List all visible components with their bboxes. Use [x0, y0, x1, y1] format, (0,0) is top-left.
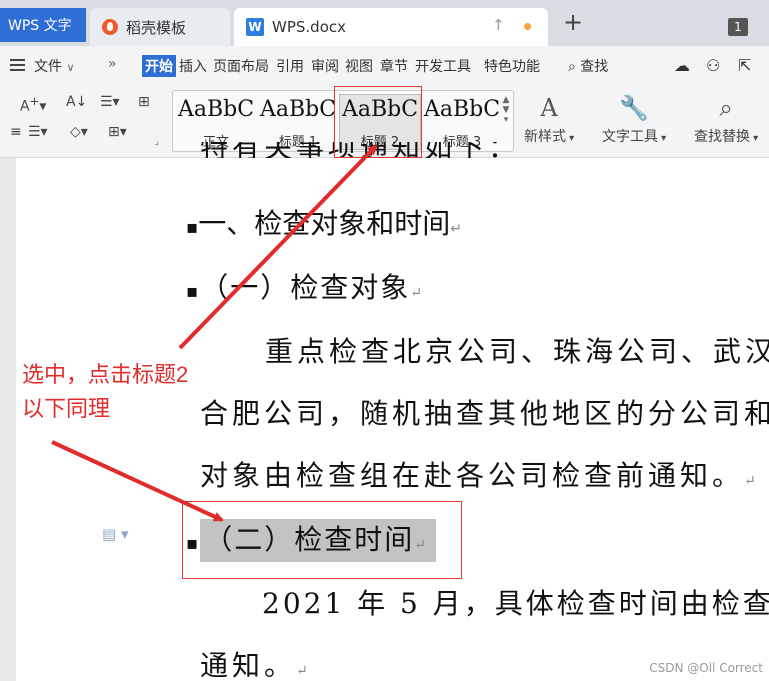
menu-special[interactable]: 特色功能 — [484, 56, 540, 76]
new-style-button[interactable]: A 新样式 ▾ — [524, 94, 574, 146]
magnifier-icon: ⌕ — [719, 94, 733, 122]
tab-wps-label: WPS 文字 — [8, 18, 72, 34]
line-spacing-icon[interactable]: ☰▾ — [100, 94, 120, 110]
body-paragraph[interactable]: 重点检查北京公司、珠海公司、武汉 — [265, 330, 769, 370]
indent-icon[interactable]: ☰▾ — [28, 124, 48, 140]
style-preview: AaBbC — [177, 97, 255, 122]
menu-file-label: 文件 — [34, 59, 62, 75]
add-user-icon[interactable]: ⚇ — [706, 56, 720, 75]
tab-bar: WPS 文字 稻壳模板 W WPS.docx ↑ + 1 — [0, 0, 769, 46]
menu-home[interactable]: 开始 — [142, 55, 176, 77]
heading2-style-highlight-box — [334, 86, 422, 158]
menu-references[interactable]: 引用 — [276, 56, 304, 76]
menu-review[interactable]: 审阅 — [311, 56, 339, 76]
paragraph-mark-icon: ↵ — [410, 285, 424, 301]
menu-hamburger-icon[interactable] — [10, 59, 25, 71]
text-tools-button[interactable]: 🔧 文字工具 ▾ — [602, 94, 666, 146]
menu-insert[interactable]: 插入 — [179, 56, 207, 76]
menu-dev-tools[interactable]: 开发工具 — [415, 56, 471, 76]
sort-icon[interactable]: A↓ — [66, 94, 87, 110]
body-paragraph[interactable]: 通知。↵ — [200, 644, 312, 681]
wrench-icon: 🔧 — [619, 94, 650, 122]
paragraph-launcher-icon[interactable]: ⌟ — [154, 134, 159, 147]
tab-wps-writer[interactable]: WPS 文字 — [0, 8, 86, 42]
search-icon: ⌕ — [568, 59, 576, 75]
font-size-grow-icon[interactable]: A+▾ — [20, 94, 46, 115]
paragraph-mark-icon: ↵ — [744, 473, 760, 489]
body-text: 通知。 — [200, 649, 297, 681]
tab-template-label: 稻壳模板 — [126, 18, 187, 37]
chevron-down-icon: ∨ — [66, 61, 75, 74]
paragraph-layout-icon[interactable]: ▤ ▾ — [102, 525, 128, 543]
upload-icon[interactable]: ↑ — [492, 16, 505, 34]
style-preview: AaBbC — [259, 97, 337, 122]
tab-template[interactable]: 稻壳模板 — [90, 8, 230, 46]
paragraph-mark-icon: ↵ — [450, 221, 462, 237]
style-preview: AaBbC — [423, 97, 501, 122]
heading-level2-object[interactable]: ▪（一）检查对象↵ — [186, 266, 424, 306]
menu-file[interactable]: 文件 ∨ — [34, 56, 75, 76]
find-replace-label: 查找替换 — [694, 129, 750, 145]
share-icon[interactable]: ⇱ — [738, 56, 751, 75]
border-icon[interactable]: ⊞▾ — [108, 124, 127, 140]
shading-icon[interactable]: ◇▾ — [70, 124, 88, 140]
window-count-badge[interactable]: 1 — [728, 18, 748, 36]
body-text: 2021 年 5 月，具体检查时间由检查组 — [262, 587, 769, 620]
more-chevron-icon[interactable]: » — [108, 56, 117, 72]
menu-bar: 文件 ∨ » 开始 插入 页面布局 引用 审阅 视图 章节 开发工具 特色功能 … — [0, 46, 769, 86]
heading-level2-text: （一）检查对象 — [200, 271, 411, 304]
tab-document-label: WPS.docx — [272, 18, 346, 36]
annotation-line2: 以下同理 — [22, 396, 111, 421]
body-paragraph[interactable]: 2021 年 5 月，具体检查时间由检查组 — [262, 582, 769, 622]
find-replace-button[interactable]: ⌕ 查找替换 ▾ — [694, 94, 758, 146]
new-style-label: 新样式 — [524, 129, 566, 145]
cloud-sync-icon[interactable]: ☁ — [674, 56, 690, 75]
body-paragraph[interactable]: 对象由检查组在赴各公司检查前通知。↵ — [200, 454, 760, 494]
table-icon[interactable]: ⊞ — [138, 94, 150, 110]
body-paragraph[interactable]: 合肥公司，随机抽查其他地区的分公司和 — [200, 392, 769, 432]
annotation-line1: 选中，点击标题2 — [22, 362, 189, 387]
new-style-icon: A — [540, 94, 558, 122]
annotation-note: 选中，点击标题2 以下同理 — [22, 358, 188, 426]
body-text: 合肥公司，随机抽查其他地区的分公司和 — [200, 397, 769, 430]
selection-highlight-box — [182, 501, 462, 579]
heading-level1-text: 一、检查对象和时间 — [198, 207, 451, 240]
align-icon[interactable]: ≡ — [10, 124, 22, 140]
watermark: CSDN @Oll Correct — [649, 661, 763, 675]
menu-chapter[interactable]: 章节 — [380, 56, 408, 76]
left-gutter — [0, 158, 16, 681]
new-tab-button[interactable]: + — [563, 8, 583, 36]
text-tools-label: 文字工具 — [602, 129, 658, 145]
tab-document[interactable]: W WPS.docx ↑ — [234, 8, 548, 46]
unsaved-dot-icon — [524, 23, 531, 30]
menu-search[interactable]: ⌕ 查找 — [568, 56, 608, 76]
menu-search-label: 查找 — [580, 59, 609, 75]
daoke-logo-icon — [102, 19, 118, 35]
bullet-marker: ▪ — [186, 281, 201, 302]
word-doc-icon: W — [246, 18, 264, 36]
body-text: 重点检查北京公司、珠海公司、武汉 — [265, 335, 769, 368]
menu-view[interactable]: 视图 — [345, 56, 373, 76]
bullet-marker: ▪ — [186, 217, 199, 238]
heading-level1[interactable]: ▪一、检查对象和时间↵ — [186, 202, 462, 242]
menu-page-layout[interactable]: 页面布局 — [213, 56, 269, 76]
body-text: 对象由检查组在赴各公司检查前通知。 — [200, 459, 745, 492]
paragraph-mark-icon: ↵ — [296, 663, 312, 679]
